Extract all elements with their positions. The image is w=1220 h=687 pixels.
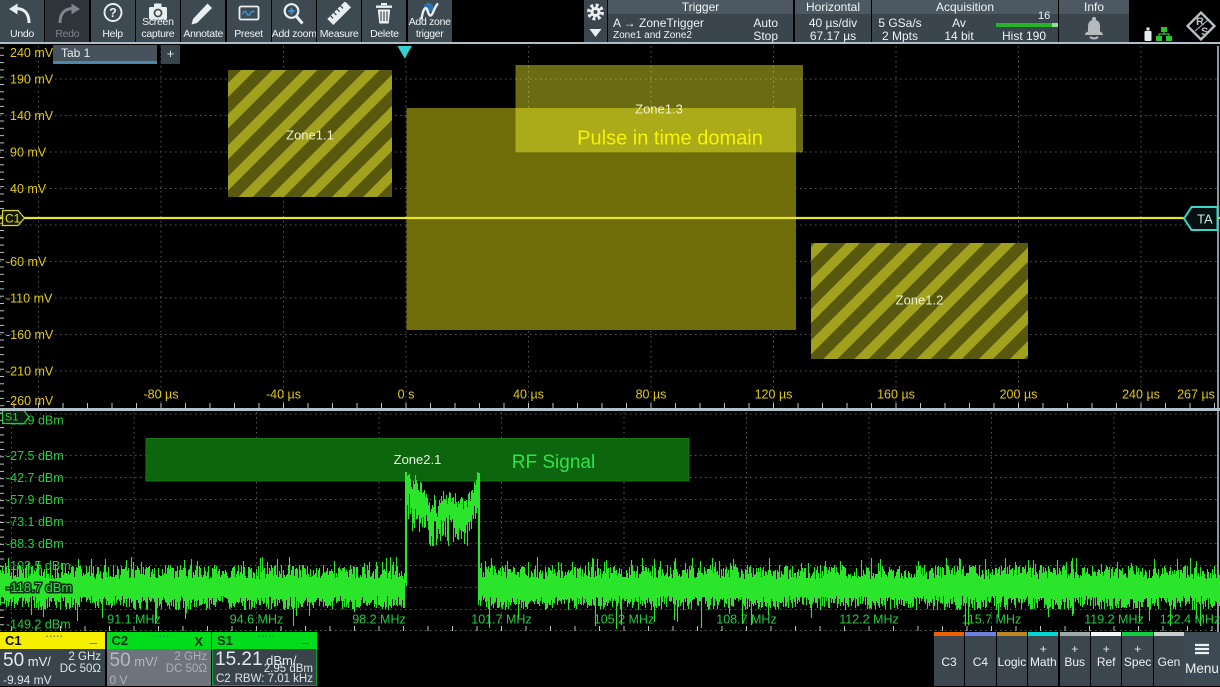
svg-text:-260 mV: -260 mV: [6, 394, 54, 408]
svg-text:140 mV: 140 mV: [10, 109, 54, 123]
svg-text:S1: S1: [5, 412, 18, 424]
svg-text:190 mV: 190 mV: [10, 73, 54, 87]
svg-text:240 µs: 240 µs: [1122, 388, 1160, 402]
svg-text:160 µs: 160 µs: [877, 388, 915, 402]
svg-text:80 µs: 80 µs: [636, 388, 667, 402]
svg-text:40 mV: 40 mV: [10, 182, 47, 196]
svg-text:?: ?: [109, 6, 117, 20]
svg-text:-60 mV: -60 mV: [6, 255, 47, 269]
svg-text:-57.9 dBm: -57.9 dBm: [6, 493, 64, 507]
svg-text:40 µs: 40 µs: [513, 388, 544, 402]
svg-text:C1: C1: [5, 212, 21, 226]
svg-text:-27.5 dBm: -27.5 dBm: [6, 449, 64, 463]
svg-text:267 µs: 267 µs: [1177, 388, 1215, 402]
svg-text:-160 mV: -160 mV: [6, 328, 54, 342]
svg-text:-110 mV: -110 mV: [6, 292, 53, 306]
svg-text:-42.7 dBm: -42.7 dBm: [6, 471, 64, 485]
svg-text:115.7 MHz: 115.7 MHz: [962, 613, 1022, 627]
svg-text:-210 mV: -210 mV: [6, 365, 54, 379]
svg-text:S: S: [1201, 26, 1208, 38]
svg-text:101.7 MHz: 101.7 MHz: [471, 613, 531, 627]
svg-text:Pulse in time domain: Pulse in time domain: [577, 128, 763, 150]
svg-text:98.2 MHz: 98.2 MHz: [352, 613, 406, 627]
svg-text:TA: TA: [1197, 212, 1213, 227]
svg-text:90 mV: 90 mV: [10, 146, 47, 160]
svg-text:-118.7 dBm: -118.7 dBm: [6, 580, 72, 595]
svg-text:Zone1.3: Zone1.3: [635, 102, 683, 117]
svg-text:122.4 MHz: 122.4 MHz: [1160, 613, 1220, 627]
svg-text:Zone1.1: Zone1.1: [286, 128, 334, 143]
svg-text:Zone2.1: Zone2.1: [394, 452, 442, 467]
svg-text:120 µs: 120 µs: [755, 388, 793, 402]
svg-text:240 mV: 240 mV: [10, 46, 54, 60]
svg-text:91.1 MHz: 91.1 MHz: [107, 613, 161, 627]
svg-text:-88.3 dBm: -88.3 dBm: [6, 537, 64, 551]
svg-text:108.7 MHz: 108.7 MHz: [716, 613, 776, 627]
svg-text:0 s: 0 s: [398, 388, 415, 402]
svg-text:Zone1.2: Zone1.2: [896, 293, 944, 308]
svg-text:105.2 MHz: 105.2 MHz: [594, 613, 654, 627]
svg-text:RF Signal: RF Signal: [512, 452, 595, 473]
svg-text:200 µs: 200 µs: [1000, 388, 1038, 402]
svg-text:112.2 MHz: 112.2 MHz: [839, 613, 899, 627]
svg-text:-40 µs: -40 µs: [266, 388, 301, 402]
svg-text:-80 µs: -80 µs: [144, 388, 179, 402]
svg-text:119.2 MHz: 119.2 MHz: [1084, 613, 1144, 627]
svg-text:94.6 MHz: 94.6 MHz: [230, 613, 284, 627]
svg-text:-73.1 dBm: -73.1 dBm: [6, 515, 64, 529]
